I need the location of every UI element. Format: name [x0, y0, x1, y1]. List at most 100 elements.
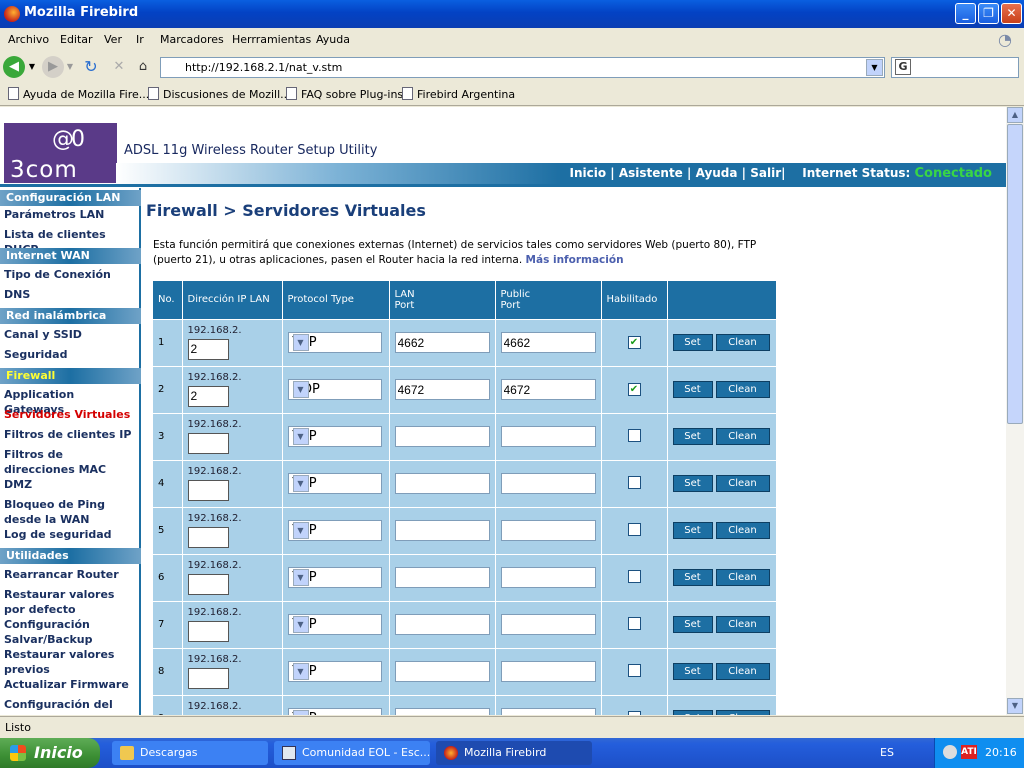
- chevron-down-icon[interactable]: ▼: [292, 616, 309, 633]
- ip-last-octet-input[interactable]: [187, 338, 229, 360]
- clean-button[interactable]: Clean: [715, 616, 770, 633]
- protocol-select[interactable]: TCP▼: [287, 332, 382, 353]
- sidebar-item-firmware[interactable]: Actualizar Firmware: [4, 677, 136, 692]
- set-button[interactable]: Set: [672, 522, 713, 539]
- ip-last-octet-input[interactable]: [187, 667, 229, 689]
- url-dropdown-icon[interactable]: ▼: [866, 59, 883, 76]
- task-comunidad-eol[interactable]: Comunidad EOL - Esc...: [274, 741, 430, 765]
- ip-last-octet-input[interactable]: [187, 479, 229, 501]
- ip-last-octet-input[interactable]: [187, 432, 229, 454]
- clean-button[interactable]: Clean: [715, 381, 770, 398]
- enabled-checkbox[interactable]: [627, 522, 641, 536]
- public-port-input[interactable]: [500, 708, 596, 715]
- sidebar-item-mac-filters[interactable]: Filtros de direcciones MAC: [4, 447, 136, 477]
- sidebar-item-ping-block[interactable]: Bloqueo de Ping desde la WAN: [4, 497, 136, 527]
- lan-port-input[interactable]: [394, 426, 490, 447]
- set-button[interactable]: Set: [672, 663, 713, 680]
- url-input[interactable]: [161, 58, 861, 77]
- restore-button[interactable]: ❐: [978, 3, 999, 24]
- menu-archivo[interactable]: Archivo: [8, 33, 49, 46]
- clean-button[interactable]: Clean: [715, 569, 770, 586]
- chevron-down-icon[interactable]: ▼: [292, 569, 309, 586]
- lan-port-input[interactable]: [394, 473, 490, 494]
- forward-icon[interactable]: ▶: [42, 56, 64, 78]
- nav-link-inicio[interactable]: Inicio: [570, 166, 607, 180]
- sidebar-item-virtual-servers[interactable]: Servidores Virtuales: [4, 407, 136, 422]
- nav-link-salir[interactable]: Salir: [750, 166, 781, 180]
- sidebar-item-restore-prev[interactable]: Restaurar valores previos: [4, 647, 136, 677]
- back-icon[interactable]: ◀: [3, 56, 25, 78]
- bookmark-item[interactable]: Ayuda de Mozilla Fire...: [8, 87, 149, 101]
- bookmark-item[interactable]: Discusiones de Mozill...: [148, 87, 291, 101]
- chevron-down-icon[interactable]: ▼: [292, 522, 309, 539]
- start-button[interactable]: Inicio: [0, 738, 100, 768]
- public-port-input[interactable]: [500, 426, 596, 447]
- enabled-checkbox[interactable]: ✔: [627, 383, 641, 396]
- sidebar-item-conn-type[interactable]: Tipo de Conexión: [4, 267, 136, 282]
- public-port-input[interactable]: [500, 332, 596, 353]
- sidebar-item-channel-ssid[interactable]: Canal y SSID: [4, 327, 136, 342]
- sidebar-item-config-save[interactable]: Configuración Salvar/Backup: [4, 617, 136, 647]
- public-port-input[interactable]: [500, 661, 596, 682]
- bookmark-item[interactable]: Firebird Argentina: [402, 87, 515, 101]
- clean-button[interactable]: Clean: [715, 522, 770, 539]
- menu-ir[interactable]: Ir: [136, 33, 144, 46]
- protocol-select[interactable]: UDP▼: [287, 379, 382, 400]
- ip-last-octet-input[interactable]: [187, 526, 229, 548]
- clean-button[interactable]: Clean: [715, 710, 770, 715]
- scroll-up-icon[interactable]: ▲: [1007, 107, 1023, 123]
- menu-editar[interactable]: Editar: [60, 33, 93, 46]
- sidebar-item-config-del[interactable]: Configuración del Sistema: [4, 697, 136, 715]
- chevron-down-icon[interactable]: ▼: [292, 381, 309, 398]
- lan-port-input[interactable]: [394, 614, 490, 635]
- enabled-checkbox[interactable]: [627, 663, 641, 677]
- scroll-thumb[interactable]: [1007, 124, 1023, 424]
- menu-herramientas[interactable]: Herrramientas: [232, 33, 311, 46]
- menu-ayuda[interactable]: Ayuda: [316, 33, 350, 46]
- url-bar[interactable]: ▼: [160, 57, 885, 78]
- chevron-down-icon[interactable]: ▼: [292, 475, 309, 492]
- close-button[interactable]: ✕: [1001, 3, 1022, 24]
- set-button[interactable]: Set: [672, 334, 713, 351]
- sidebar-item-ip-filters[interactable]: Filtros de clientes IP: [4, 427, 136, 442]
- clean-button[interactable]: Clean: [715, 334, 770, 351]
- sidebar-item-restart[interactable]: Rearrancar Router: [4, 567, 136, 582]
- ati-icon[interactable]: ATI: [961, 745, 977, 759]
- enabled-checkbox[interactable]: [627, 569, 641, 583]
- bookmark-item[interactable]: FAQ sobre Plug-ins: [286, 87, 403, 101]
- protocol-select[interactable]: TCP▼: [287, 426, 382, 447]
- enabled-checkbox[interactable]: [627, 616, 641, 630]
- lan-port-input[interactable]: [394, 520, 490, 541]
- protocol-select[interactable]: TCP▼: [287, 614, 382, 635]
- lan-port-input[interactable]: [394, 708, 490, 715]
- task-mozilla-firebird[interactable]: Mozilla Firebird: [436, 741, 592, 765]
- forward-dropdown-icon[interactable]: ▼: [64, 56, 76, 78]
- language-indicator[interactable]: ES: [880, 746, 894, 759]
- chevron-down-icon[interactable]: ▼: [292, 710, 309, 715]
- nav-link-ayuda[interactable]: Ayuda: [696, 166, 738, 180]
- chevron-down-icon[interactable]: ▼: [292, 428, 309, 445]
- network-icon[interactable]: [943, 745, 957, 759]
- sidebar-item-dmz[interactable]: DMZ: [4, 477, 136, 492]
- protocol-select[interactable]: TCP▼: [287, 473, 382, 494]
- menu-ver[interactable]: Ver: [104, 33, 122, 46]
- clean-button[interactable]: Clean: [715, 428, 770, 445]
- reload-icon[interactable]: ↻: [80, 56, 102, 78]
- sidebar-item-factory-reset[interactable]: Restaurar valores por defecto: [4, 587, 136, 617]
- lan-port-input[interactable]: [394, 379, 490, 400]
- sidebar-item-dns[interactable]: DNS: [4, 287, 136, 302]
- chevron-down-icon[interactable]: ▼: [292, 334, 309, 351]
- clean-button[interactable]: Clean: [715, 475, 770, 492]
- ip-last-octet-input[interactable]: [187, 714, 229, 715]
- set-button[interactable]: Set: [672, 616, 713, 633]
- protocol-select[interactable]: TCP▼: [287, 567, 382, 588]
- public-port-input[interactable]: [500, 473, 596, 494]
- sidebar-item-lan-params[interactable]: Parámetros LAN: [4, 207, 136, 222]
- sidebar-item-security[interactable]: Seguridad: [4, 347, 136, 362]
- task-descargas[interactable]: Descargas: [112, 741, 268, 765]
- ip-last-octet-input[interactable]: [187, 620, 229, 642]
- minimize-button[interactable]: _: [955, 3, 976, 24]
- set-button[interactable]: Set: [672, 569, 713, 586]
- set-button[interactable]: Set: [672, 428, 713, 445]
- vertical-scrollbar[interactable]: ▲ ▼: [1006, 107, 1024, 715]
